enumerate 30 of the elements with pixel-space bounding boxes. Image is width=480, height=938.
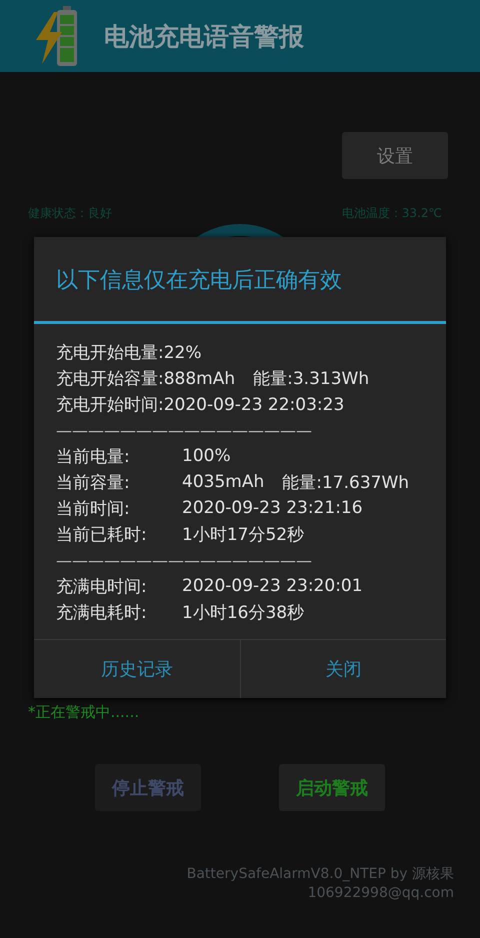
info-label: 当前容量: bbox=[56, 472, 131, 494]
energy-text: 能量:3.313Wh bbox=[253, 368, 370, 390]
dialog-title: 以下信息仅在充电后正确有效 bbox=[55, 267, 343, 292]
dash-separator: ———————————————— bbox=[56, 420, 312, 440]
dialog-button[interactable]: 历史记录 bbox=[34, 640, 240, 698]
info-value: 2020-09-23 23:20:01 bbox=[182, 576, 363, 596]
info-label: 当前电量: bbox=[56, 446, 131, 468]
dialog-button[interactable]: 关闭 bbox=[240, 640, 446, 698]
info-value: 100% bbox=[182, 446, 231, 466]
energy-text: 能量:17.637Wh bbox=[282, 472, 410, 494]
info-label: 充满电耗时: bbox=[56, 602, 148, 624]
settings-button[interactable]: 设置 bbox=[342, 132, 448, 179]
info-text: 充电开始时间:2020-09-23 22:03:23 bbox=[56, 394, 344, 416]
info-label: 充满电时间: bbox=[56, 576, 148, 598]
info-label: 当前时间: bbox=[56, 498, 131, 520]
health-status: 健康状态：良好 bbox=[28, 205, 112, 222]
info-text: 充电开始容量:888mAh bbox=[56, 368, 236, 390]
info-value: 1小时16分38秒 bbox=[182, 602, 304, 624]
info-value: 1小时17分52秒 bbox=[182, 524, 304, 546]
info-text: 充电开始电量:22% bbox=[56, 342, 202, 364]
credit-text: 106922998@qq.com bbox=[308, 885, 454, 901]
start-alarm-button[interactable]: 启动警戒 bbox=[279, 764, 385, 811]
app-title: 电池充电语音警报 bbox=[104, 20, 304, 52]
info-value: 4035mAh bbox=[182, 472, 264, 492]
credit-text: BatterySafeAlarmV8.0_NTEP by 源核果 bbox=[186, 865, 454, 883]
battery-temperature: 电池温度：33.2℃ bbox=[342, 205, 442, 222]
alarm-status: *正在警戒中...... bbox=[27, 703, 140, 722]
info-value: 2020-09-23 23:21:16 bbox=[182, 498, 363, 518]
info-label: 当前已耗时: bbox=[56, 524, 148, 546]
dash-separator: ———————————————— bbox=[56, 550, 312, 570]
